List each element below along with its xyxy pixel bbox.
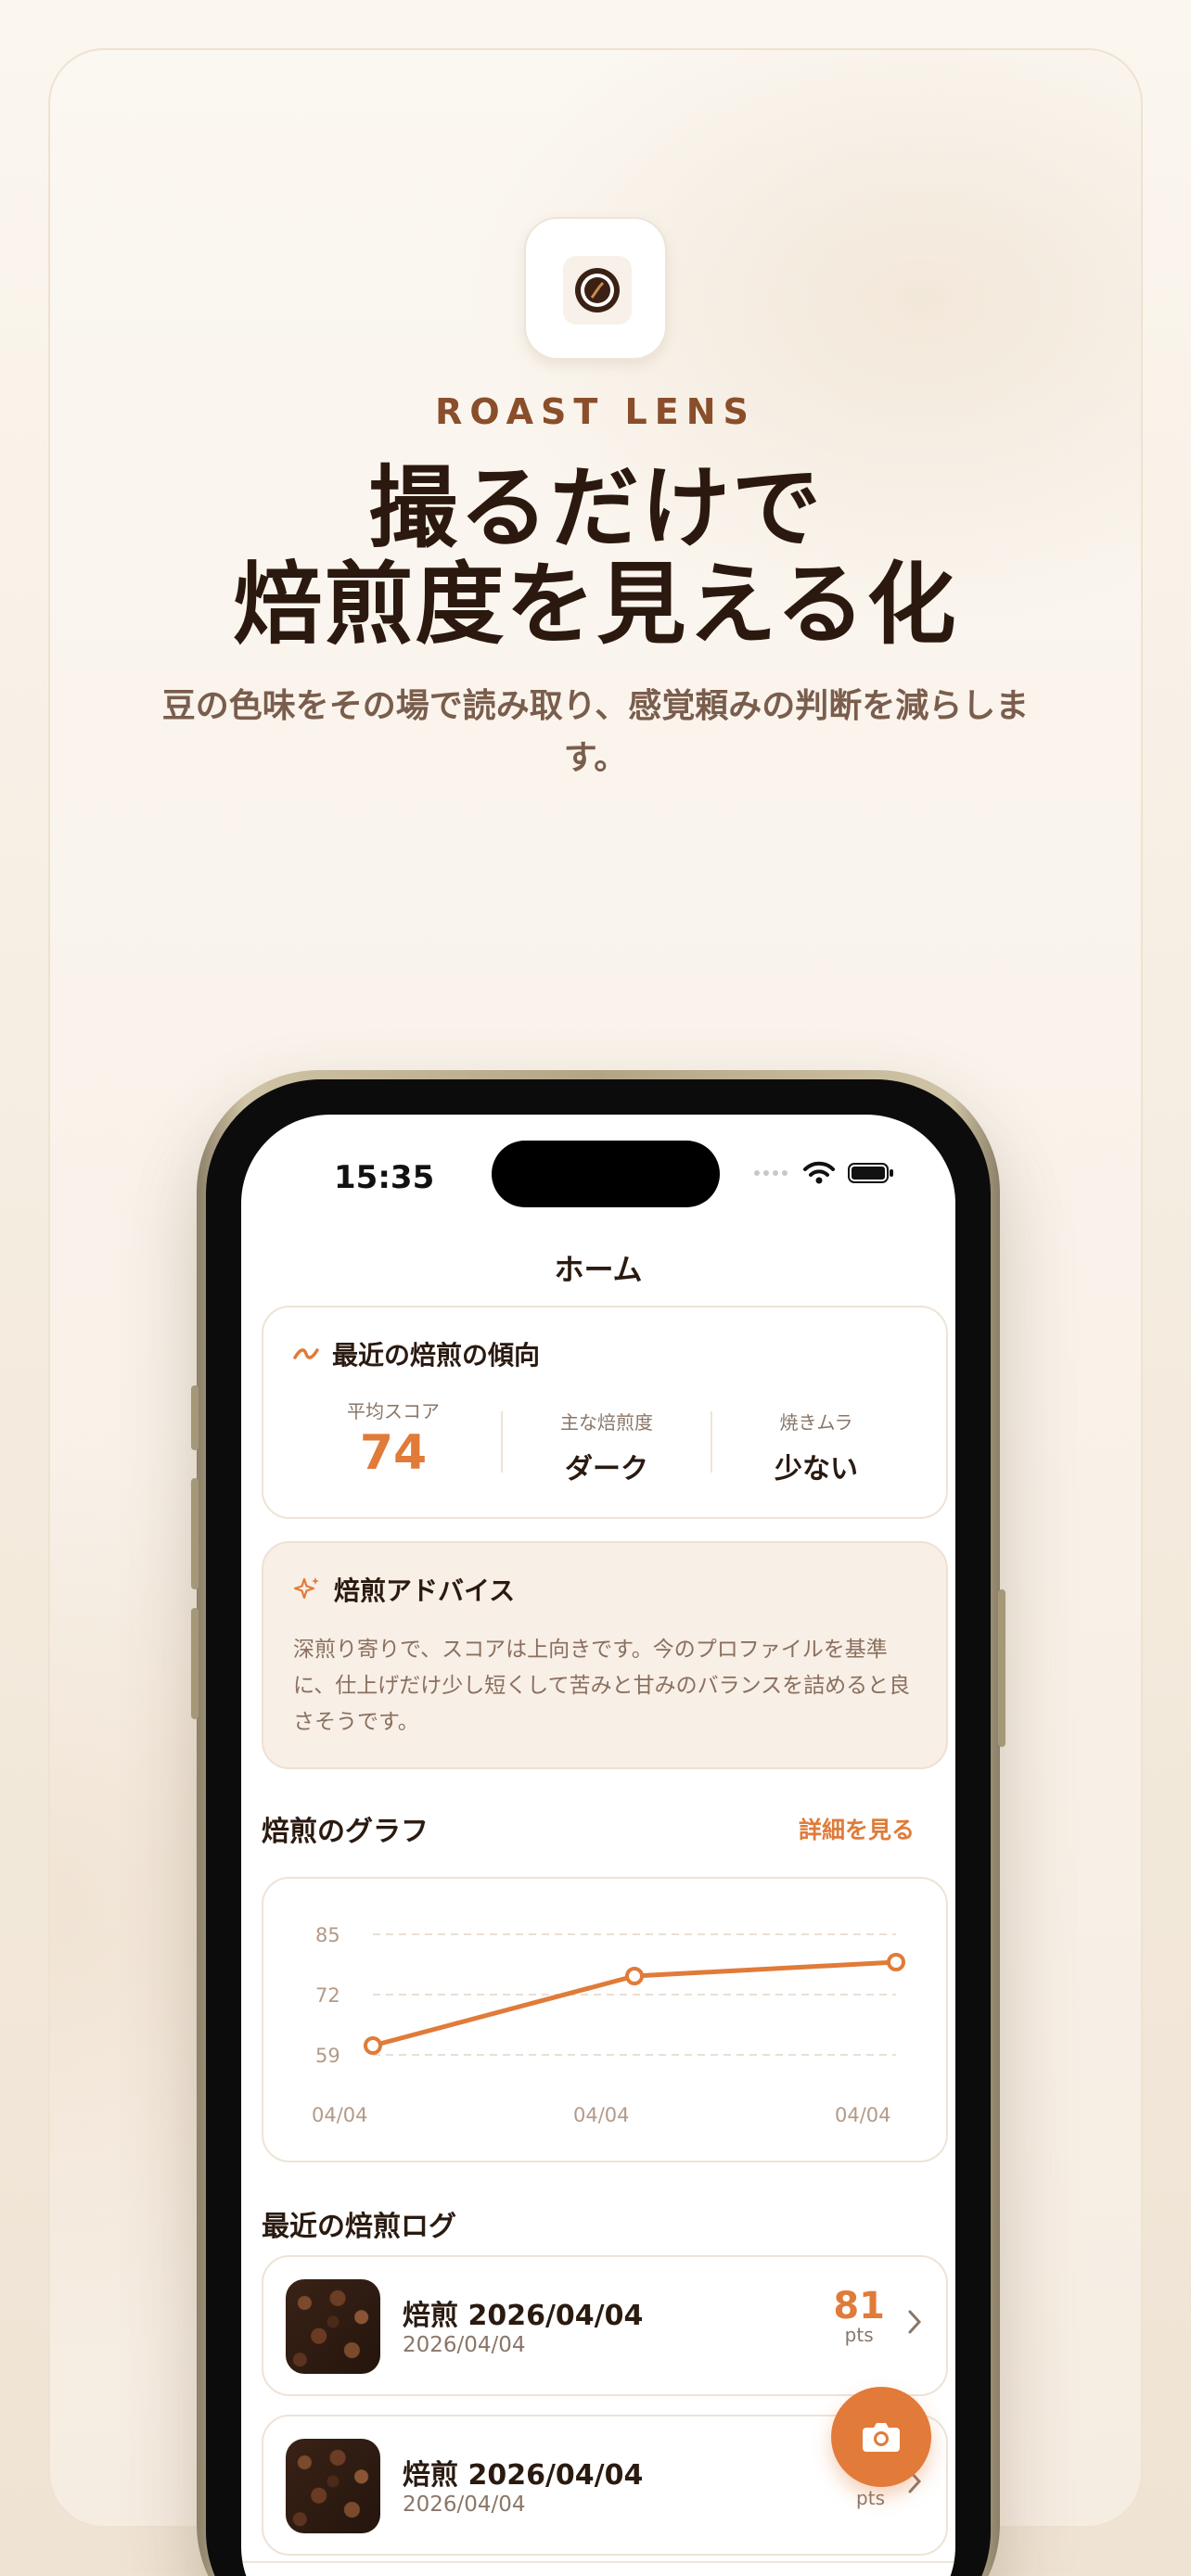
- settings-tab-icon[interactable]: [811, 2570, 852, 2576]
- trend-title: 最近の焙煎の傾向: [332, 1340, 541, 1371]
- phone-frame: 15:35 ホーム 最近の焙煎の傾向 平均スコア 74 主な焙煎度 ダーク 焼き…: [191, 1070, 1005, 2576]
- roast-line-chart: 85 72 59 04/04 04/04 04/04: [312, 1924, 905, 2126]
- advice-body: 深煎り寄りで、スコアは上向きです。今のプロファイルを基準に、仕上げだけ少し短くし…: [293, 1638, 911, 1734]
- x-tick-label: 04/04: [835, 2104, 891, 2126]
- stat-average-score: 平均スコア 74: [347, 1400, 440, 1481]
- details-link[interactable]: 詳細を見る: [799, 1812, 915, 1845]
- signal-icon: [754, 1170, 788, 1176]
- log-date: 2026/04/04: [403, 2493, 526, 2517]
- bean-thumbnail: [286, 2439, 380, 2533]
- data-point: [625, 1967, 644, 1985]
- nav-title: ホーム: [554, 1252, 643, 1287]
- log-item[interactable]: 焙煎 2026/04/04 2026/04/04 81 pts: [262, 2255, 948, 2396]
- camera-button[interactable]: [831, 2387, 931, 2487]
- y-tick-label: 59: [315, 2045, 340, 2067]
- stat-unevenness: 焼きムラ 少ない: [775, 1411, 858, 1486]
- subline: 豆の色味をその場で読み取り、感覚頼みの判断を減らします。: [161, 687, 1030, 777]
- y-tick-label: 85: [315, 1924, 340, 1946]
- trend-card: 最近の焙煎の傾向 平均スコア 74 主な焙煎度 ダーク 焼きムラ 少ない: [262, 1306, 948, 1519]
- bean-thumbnail: [286, 2279, 380, 2374]
- home-tab-icon[interactable]: [343, 2572, 388, 2576]
- advice-title: 焙煎アドバイス: [334, 1575, 516, 1606]
- x-tick-label: 04/04: [573, 2104, 630, 2126]
- log-score: 81 pts: [833, 2285, 885, 2346]
- stat-roast-level: 主な焙煎度 ダーク: [560, 1411, 653, 1486]
- brand-name: ROAST LENS: [435, 391, 756, 432]
- y-tick-label: 72: [315, 1984, 340, 2007]
- wifi-icon: [803, 1161, 835, 1184]
- data-point: [887, 1953, 905, 1971]
- x-tick-label: 04/04: [312, 2104, 368, 2126]
- trend-icon: [293, 1348, 319, 1359]
- tab-bar: [241, 2561, 955, 2576]
- log-title: 焙煎 2026/04/04: [403, 2459, 644, 2492]
- advice-card: 焙煎アドバイス 深煎り寄りで、スコアは上向きです。今のプロファイルを基準に、仕上…: [262, 1541, 948, 1769]
- phone-screen: 15:35 ホーム 最近の焙煎の傾向 平均スコア 74 主な焙煎度 ダーク 焼き…: [241, 1115, 955, 2576]
- dynamic-island: [492, 1141, 720, 1207]
- headline: 撮るだけで 焙煎度を見える化: [233, 456, 958, 657]
- camera-icon: [863, 2423, 900, 2452]
- status-time: 15:35: [334, 1159, 435, 1196]
- data-point: [364, 2036, 382, 2055]
- log-date: 2026/04/04: [403, 2333, 526, 2357]
- sparkle-icon: [293, 1577, 319, 1600]
- graph-section-title: 焙煎のグラフ: [262, 1816, 429, 1848]
- graph-card: 85 72 59 04/04 04/04 04/04: [262, 1877, 948, 2162]
- chevron-right-icon: [908, 2310, 922, 2334]
- log-title: 焙煎 2026/04/04: [403, 2300, 644, 2332]
- logs-section-title: 最近の焙煎ログ: [262, 2211, 456, 2243]
- app-logo-icon: [524, 217, 667, 360]
- battery-icon: [848, 1163, 893, 1183]
